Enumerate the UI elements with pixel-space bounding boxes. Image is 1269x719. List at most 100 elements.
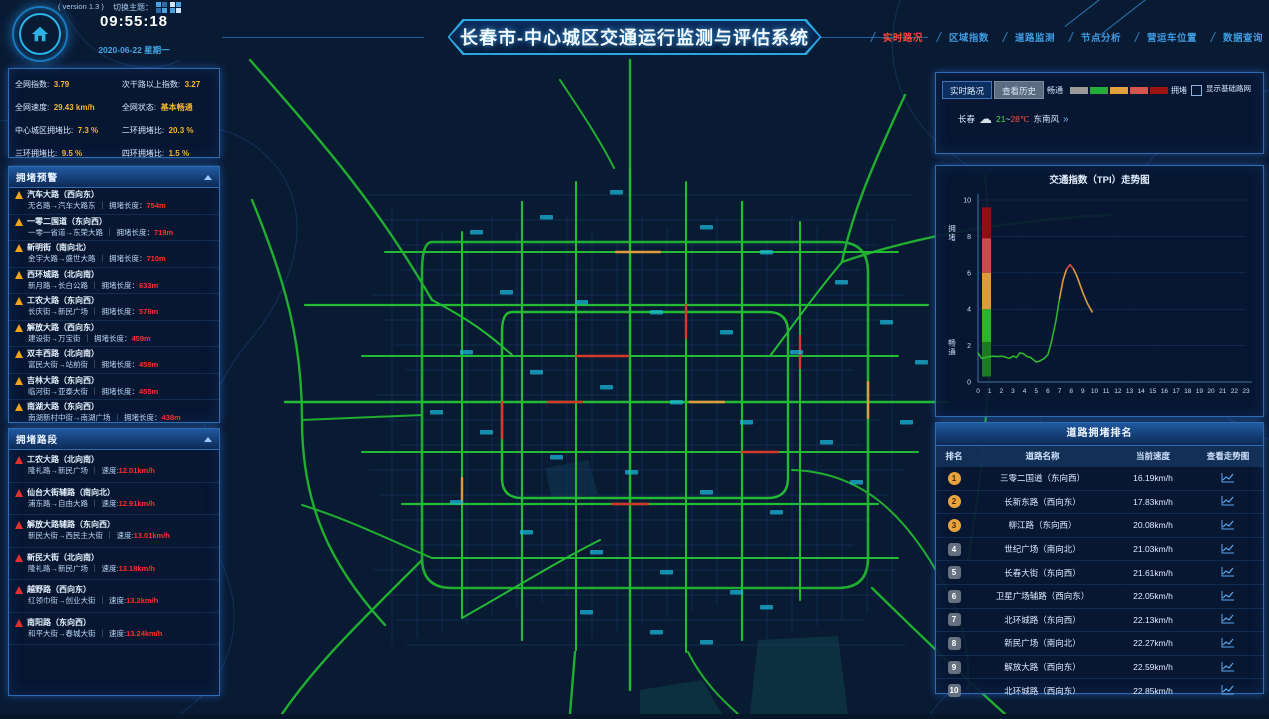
warning-icon (15, 271, 23, 279)
collapse-icon[interactable] (204, 175, 212, 180)
svg-text:6: 6 (967, 270, 971, 277)
nav-separator (1064, 32, 1078, 42)
trend-chart-icon[interactable] (1193, 472, 1263, 485)
alert-icon (15, 489, 23, 497)
table-row[interactable]: 8 新民广场（南向北） 22.27km/h (936, 631, 1263, 655)
nav-tab-vehicle-location[interactable]: 营运车位置 (1147, 30, 1197, 44)
stat-item: 三环拥堵比: 9.5 % (15, 143, 122, 161)
nav-tab-region-index[interactable]: 区域指数 (949, 30, 989, 44)
alert-icon (15, 586, 23, 594)
base-network-toggle[interactable]: 显示基础路网 (1191, 84, 1257, 96)
warning-item[interactable]: 工农大路（东向西） 长庆街→新民广场｜拥堵长度：576m (9, 294, 219, 321)
stat-item: 全网速度: 29.43 km/h (15, 97, 122, 115)
svg-text:8: 8 (967, 234, 971, 241)
svg-text:0: 0 (967, 380, 971, 387)
history-button[interactable]: 查看历史 (994, 81, 1044, 99)
legend-smooth-label: 畅通 (1047, 85, 1063, 96)
weather-more-arrow[interactable]: » (1063, 114, 1069, 125)
table-row[interactable]: 5 长春大街（东向西） 21.61km/h (936, 560, 1263, 584)
main-nav: 实时路况 区域指数 道路监测 节点分析 营运车位置 数据查询 (857, 30, 1263, 44)
theme-grid-icon[interactable] (156, 2, 167, 13)
trend-chart-icon[interactable] (1193, 661, 1263, 674)
svg-text:16: 16 (1161, 388, 1169, 395)
svg-text:1: 1 (988, 388, 992, 395)
warning-icon (15, 218, 23, 226)
trend-chart-icon[interactable] (1193, 495, 1263, 508)
rank-badge: 7 (948, 613, 961, 626)
nav-tab-road-monitor[interactable]: 道路监测 (1015, 30, 1055, 44)
version-label: ( version 1.3 ) (58, 2, 104, 11)
warning-item[interactable]: 吉林大路（东向西） 临河街→亚泰大街｜拥堵长度：455m (9, 374, 219, 401)
trend-chart-icon[interactable] (1193, 566, 1263, 579)
alert-icon (15, 554, 23, 562)
trend-chart-icon[interactable] (1193, 637, 1263, 650)
trend-chart-icon[interactable] (1193, 613, 1263, 626)
alert-icon (15, 456, 23, 464)
trend-chart-icon[interactable] (1193, 590, 1263, 603)
nav-separator (932, 32, 946, 42)
warning-icon (15, 377, 23, 385)
trend-chart-icon[interactable] (1193, 684, 1263, 697)
rank-badge: 3 (948, 519, 961, 532)
warning-item[interactable]: 新明街（南向北） 金宇大路→盛世大路｜拥堵长度：710m (9, 241, 219, 268)
congestion-item[interactable]: 新民大街（北向南） 隆礼路→新民广场｜速度:13.18km/h (9, 548, 219, 581)
svg-text:4: 4 (1023, 388, 1027, 395)
table-row[interactable]: 2 长新东路（西向东） 17.83km/h (936, 490, 1263, 514)
congestion-list: 工农大路（北向南） 隆礼路→新民广场｜速度:12.01km/h 仙台大街辅路（南… (9, 450, 219, 645)
warning-icon (15, 191, 23, 199)
nav-tab-realtime[interactable]: 实时路况 (883, 30, 923, 44)
theme-grid-icon-2[interactable] (170, 2, 181, 13)
trend-chart-icon[interactable] (1193, 543, 1263, 556)
table-header-row: 排名 道路名称 当前速度 查看走势图 (936, 446, 1263, 466)
table-row[interactable]: 7 北环城路（东向西） 22.13km/h (936, 608, 1263, 632)
rank-badge: 5 (948, 566, 961, 579)
nav-tab-node-analysis[interactable]: 节点分析 (1081, 30, 1121, 44)
svg-text:13: 13 (1126, 388, 1134, 395)
trend-chart-icon[interactable] (1193, 519, 1263, 532)
rank-badge: 9 (948, 661, 961, 674)
rank-badge: 4 (948, 543, 961, 556)
realtime-button[interactable]: 实时路况 (942, 81, 992, 99)
svg-text:17: 17 (1172, 388, 1180, 395)
system-title-banner: 长春市-中心城区交通运行监测与评估系统 (448, 19, 822, 55)
current-date: 2020-06-22 星期一 (86, 44, 182, 56)
weather-city: 长春 (958, 113, 975, 125)
svg-text:2: 2 (999, 388, 1003, 395)
svg-text:23: 23 (1242, 388, 1250, 395)
congestion-item[interactable]: 工农大路（北向南） 隆礼路→新民广场｜速度:12.01km/h (9, 450, 219, 483)
warning-item[interactable]: 西环城路（北向南） 新月路→长白公路｜拥堵长度：633m (9, 268, 219, 295)
home-logo[interactable] (12, 6, 68, 62)
congestion-item[interactable]: 仙台大街辅路（南向北） 浦东路→自由大路｜速度:12.91km/h (9, 483, 219, 516)
temp-high: 28℃ (1010, 114, 1029, 124)
stat-item: 全网指数: 3.79 (15, 74, 122, 92)
svg-text:4: 4 (967, 307, 971, 314)
table-row[interactable]: 10 北环城路（西向东） 22.85km/h (936, 678, 1263, 702)
collapse-icon[interactable] (204, 437, 212, 442)
congestion-item[interactable]: 南阳路（东向西） 和平大街→春城大街｜速度:13.24km/h (9, 613, 219, 646)
warning-item[interactable]: 双丰西路（北向南） 富民大街→站前街｜拥堵长度：459m (9, 347, 219, 374)
warning-item[interactable]: 南湖大路（东向西） 南湖新村中街→南湖广场｜拥堵长度：438m (9, 400, 219, 422)
warning-item[interactable]: 汽车大路（西向东） 无名路→汽车大路东｜拥堵长度：754m (9, 188, 219, 215)
stat-item: 二环拥堵比: 20.3 % (122, 120, 213, 138)
congestion-item[interactable]: 解放大路辅路（东向西） 新民大街→西民主大街｜速度:13.01km/h (9, 515, 219, 548)
svg-text:14: 14 (1138, 388, 1146, 395)
rank-badge: 8 (948, 637, 961, 650)
table-row[interactable]: 3 柳江路（东向西） 20.08km/h (936, 513, 1263, 537)
table-row[interactable]: 6 卫星广场辅路（西向东） 22.05km/h (936, 584, 1263, 608)
nav-tab-data-query[interactable]: 数据查询 (1223, 30, 1263, 44)
svg-text:堵: 堵 (948, 232, 956, 242)
congestion-item[interactable]: 越野路（西向东） 红领巾街→创业大街｜速度:13.2km/h (9, 580, 219, 613)
stat-item: 四环拥堵比: 1.5 % (122, 143, 213, 161)
svg-text:20: 20 (1207, 388, 1215, 395)
network-stats-panel: 全网指数: 3.79 次干路以上指数: 3.27 全网速度: 29.43 km/… (8, 68, 220, 158)
warning-item[interactable]: 解放大路（西向东） 建设街→万宝街｜拥堵长度：459m (9, 321, 219, 348)
table-row[interactable]: 9 解放大路（西向东） 22.59km/h (936, 655, 1263, 679)
warning-item[interactable]: 一零二国道（东向西） 一零一省道→东荣大路｜拥堵长度：719m (9, 215, 219, 242)
table-row[interactable]: 1 三零二国道（东向西） 16.19km/h (936, 466, 1263, 490)
svg-text:通: 通 (948, 347, 956, 357)
svg-text:0: 0 (976, 388, 980, 395)
table-row[interactable]: 4 世纪广场（南向北） 21.03km/h (936, 537, 1263, 561)
svg-text:2: 2 (967, 343, 971, 350)
checkbox-icon[interactable] (1191, 85, 1202, 96)
svg-text:12: 12 (1114, 388, 1122, 395)
